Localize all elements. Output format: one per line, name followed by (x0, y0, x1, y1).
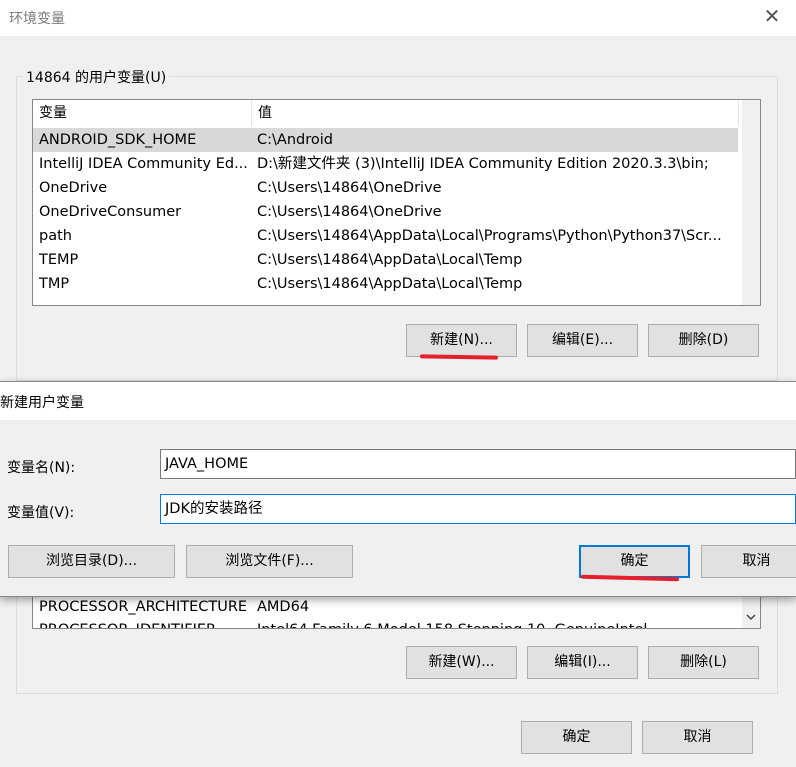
variable-value: C:\Users\14864\AppData\Local\Programs\Py… (257, 228, 722, 244)
variable-name: OneDriveConsumer (39, 204, 182, 220)
variable-name: path (39, 228, 72, 244)
dialog-cancel-button[interactable]: 取消 (701, 545, 796, 578)
ok-button[interactable]: 确定 (521, 721, 632, 754)
table-row[interactable]: OneDrive C:\Users\14864\OneDrive (33, 176, 738, 200)
user-variables-legend: 14864 的用户变量(U) (23, 67, 170, 87)
new-user-variable-button[interactable]: 新建(N)... (406, 324, 517, 357)
variable-value: C:\Users\14864\AppData\Local\Temp (257, 252, 523, 268)
edit-user-variable-button[interactable]: 编辑(E)... (527, 324, 638, 357)
new-system-variable-button[interactable]: 新建(W)... (406, 646, 517, 679)
variable-name-field[interactable]: JAVA_HOME (160, 449, 796, 479)
dialog-title: 新建用户变量 (0, 395, 84, 411)
variable-name: ANDROID_SDK_HOME (39, 132, 197, 148)
list-scrollbar[interactable] (742, 100, 760, 305)
variable-value: D:\新建文件夹 (3)\IntelliJ IDEA Community Edi… (257, 156, 709, 172)
table-row[interactable]: ANDROID_SDK_HOME C:\Android (33, 128, 738, 152)
variable-value-label: 变量值(V): (7, 505, 75, 521)
edit-system-variable-button[interactable]: 编辑(I)... (527, 646, 638, 679)
variable-name-label: 变量名(N): (7, 460, 76, 476)
table-row[interactable]: IntelliJ IDEA Community Ed... D:\新建文件夹 (… (33, 152, 738, 176)
variable-value: C:\Users\14864\AppData\Local\Temp (257, 276, 523, 292)
table-row[interactable]: TMP C:\Users\14864\AppData\Local\Temp (33, 272, 738, 296)
variable-name: OneDrive (39, 180, 108, 196)
variable-name: IntelliJ IDEA Community Ed... (39, 156, 248, 172)
variable-value: C:\Android (257, 132, 333, 148)
table-row[interactable]: TEMP C:\Users\14864\AppData\Local\Temp (33, 248, 738, 272)
variable-value: C:\Users\14864\OneDrive (257, 180, 442, 196)
variable-value: C:\Users\14864\OneDrive (257, 204, 442, 220)
column-header-value[interactable]: 值 (252, 100, 738, 126)
table-row[interactable]: OneDriveConsumer C:\Users\14864\OneDrive (33, 200, 738, 224)
delete-user-variable-button[interactable]: 删除(D) (648, 324, 759, 357)
dialog-titlebar (0, 382, 796, 420)
user-variables-list[interactable]: 变量 值 ANDROID_SDK_HOME C:\Android Intelli… (32, 99, 761, 306)
new-user-variable-dialog: 新建用户变量 变量名(N): JAVA_HOME 变量值(V): JDK的安装路… (0, 381, 796, 597)
variable-name: TMP (39, 276, 70, 292)
column-header-name[interactable]: 变量 (33, 100, 251, 126)
variable-value-field[interactable]: JDK的安装路径 (160, 494, 796, 524)
dialog-ok-button[interactable]: 确定 (579, 545, 690, 578)
list-header: 变量 值 (33, 100, 760, 126)
table-row[interactable]: path C:\Users\14864\AppData\Local\Progra… (33, 224, 738, 248)
cancel-button[interactable]: 取消 (642, 721, 753, 754)
browse-file-button[interactable]: 浏览文件(F)... (186, 545, 353, 578)
variable-name: TEMP (39, 252, 79, 268)
delete-system-variable-button[interactable]: 删除(L) (648, 646, 759, 679)
browse-directory-button[interactable]: 浏览目录(D)... (8, 545, 175, 578)
window-title: 环境变量 (9, 11, 65, 27)
window-titlebar (0, 0, 796, 36)
close-icon[interactable]: ✕ (762, 4, 782, 28)
